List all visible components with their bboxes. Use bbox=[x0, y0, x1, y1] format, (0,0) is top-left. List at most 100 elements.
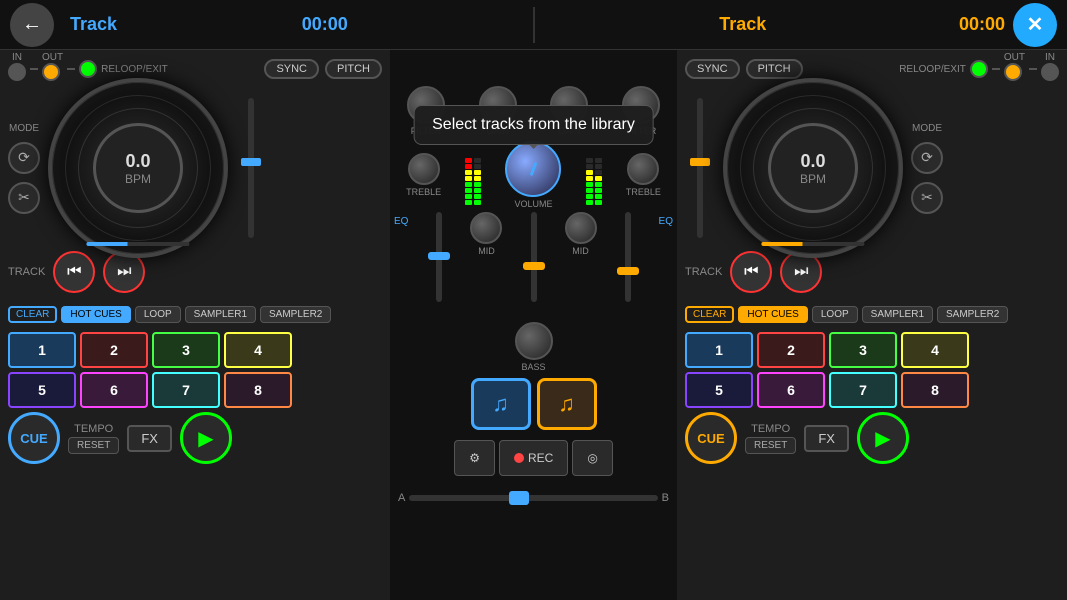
library-btn-right[interactable]: ♫ bbox=[537, 378, 597, 430]
pad-5-left[interactable]: 5 bbox=[8, 372, 76, 408]
mode-icon1-left[interactable]: ⟳ bbox=[8, 142, 40, 174]
loop-tab-left[interactable]: LOOP bbox=[135, 306, 181, 323]
clear-btn-left[interactable]: CLEAR bbox=[8, 306, 57, 323]
sampler1-tab-left[interactable]: SAMPLER1 bbox=[185, 306, 256, 323]
cue-btn-left[interactable]: CUE bbox=[8, 412, 60, 464]
ch-fader-thumb-left[interactable] bbox=[428, 252, 450, 260]
treble-right-knob[interactable] bbox=[627, 153, 659, 185]
sampler2-tab-left[interactable]: SAMPLER2 bbox=[260, 306, 331, 323]
pad-8-right[interactable]: 8 bbox=[901, 372, 969, 408]
dash4 bbox=[1029, 68, 1037, 70]
mid-left-knob[interactable] bbox=[470, 212, 502, 244]
pad-1-right[interactable]: 1 bbox=[685, 332, 753, 368]
deck-right: SYNC PITCH RELOOP/EXIT OUT IN bbox=[677, 50, 1067, 600]
channel-fader-right[interactable] bbox=[625, 212, 631, 302]
pad-4-left[interactable]: 4 bbox=[224, 332, 292, 368]
bass-knob[interactable] bbox=[515, 322, 553, 360]
library-icon-blue: ♫ bbox=[492, 391, 509, 417]
vol-fader-thumb-orange[interactable] bbox=[523, 262, 545, 270]
treble-left-group: TREBLE bbox=[406, 153, 441, 197]
play-btn-left[interactable]: ▶ bbox=[180, 412, 232, 464]
reset-btn-right[interactable]: RESET bbox=[745, 437, 796, 454]
pitch-thumb-left[interactable] bbox=[241, 158, 261, 166]
bass-label: BASS bbox=[521, 362, 545, 372]
hotcues-tab-left[interactable]: HOT CUES bbox=[61, 306, 131, 323]
dash2 bbox=[67, 68, 75, 70]
deck-bottom-right: CUE TEMPO RESET FX ▶ bbox=[677, 412, 1067, 464]
volume-fader-center[interactable] bbox=[531, 212, 537, 302]
out-dot-left[interactable] bbox=[42, 63, 60, 81]
platter-left[interactable]: 0.0 BPM bbox=[48, 78, 228, 258]
prev-track-right[interactable]: ⏮ bbox=[730, 251, 772, 293]
green-dot-right[interactable] bbox=[970, 60, 988, 78]
pad-4-right[interactable]: 4 bbox=[901, 332, 969, 368]
cue-btn-right[interactable]: CUE bbox=[685, 412, 737, 464]
prev-track-left[interactable]: ⏮ bbox=[53, 251, 95, 293]
target-btn[interactable]: ◎ bbox=[572, 440, 612, 476]
pad-3-left[interactable]: 3 bbox=[152, 332, 220, 368]
ch-fader-thumb-right[interactable] bbox=[617, 267, 639, 275]
crossfader-thumb[interactable] bbox=[509, 491, 529, 505]
mode-icon1-right[interactable]: ⟳ bbox=[911, 142, 943, 174]
sampler1-tab-right[interactable]: SAMPLER1 bbox=[862, 306, 933, 323]
pad-row-bot-right: 5 6 7 8 bbox=[685, 372, 1059, 408]
track-right-label: Track bbox=[719, 14, 766, 35]
mode-icon2-left[interactable]: ✂ bbox=[8, 182, 40, 214]
pad-row-top-right: 1 2 3 4 bbox=[685, 332, 1059, 368]
reset-btn-left[interactable]: RESET bbox=[68, 437, 119, 454]
mid-right-knob[interactable] bbox=[565, 212, 597, 244]
sync-btn-right[interactable]: SYNC bbox=[685, 59, 740, 79]
pad-6-left[interactable]: 6 bbox=[80, 372, 148, 408]
treble-left-knob[interactable] bbox=[408, 153, 440, 185]
loop-tab-right[interactable]: LOOP bbox=[812, 306, 858, 323]
hotcues-tab-right[interactable]: HOT CUES bbox=[738, 306, 808, 323]
pad-1-left[interactable]: 1 bbox=[8, 332, 76, 368]
pad-8-left[interactable]: 8 bbox=[224, 372, 292, 408]
pad-2-right[interactable]: 2 bbox=[757, 332, 825, 368]
ch-fader-track-right bbox=[625, 212, 631, 302]
close-button[interactable]: ✕ bbox=[1013, 3, 1057, 47]
pitch-thumb-right[interactable] bbox=[690, 158, 710, 166]
sync-btn-left[interactable]: SYNC bbox=[264, 59, 319, 79]
pitch-fader-left[interactable] bbox=[236, 88, 266, 248]
platter-right[interactable]: 0.0 BPM bbox=[723, 78, 903, 258]
pad-3-right[interactable]: 3 bbox=[829, 332, 897, 368]
rec-btn[interactable]: REC bbox=[499, 440, 568, 476]
pad-5-right[interactable]: 5 bbox=[685, 372, 753, 408]
pitch-fader-right[interactable] bbox=[685, 88, 715, 248]
volume-label: VOLUME bbox=[514, 199, 552, 209]
channel-fader-left[interactable] bbox=[436, 212, 442, 302]
crossfader-track[interactable] bbox=[409, 495, 657, 501]
fx-btn-left[interactable]: FX bbox=[127, 425, 172, 452]
pad-2-left[interactable]: 2 bbox=[80, 332, 148, 368]
mode-icon2-right[interactable]: ✂ bbox=[911, 182, 943, 214]
green-dot-left[interactable] bbox=[79, 60, 97, 78]
pitch-btn-left[interactable]: PITCH bbox=[325, 59, 382, 79]
in-dot-left[interactable] bbox=[8, 63, 26, 81]
play-btn-right[interactable]: ▶ bbox=[857, 412, 909, 464]
hc-top-right: CLEAR HOT CUES LOOP SAMPLER1 SAMPLER2 bbox=[685, 300, 1059, 328]
pitch-btn-right[interactable]: PITCH bbox=[746, 59, 803, 79]
library-btn-left[interactable]: ♫ bbox=[471, 378, 531, 430]
pad-7-right[interactable]: 7 bbox=[829, 372, 897, 408]
clear-btn-right[interactable]: CLEAR bbox=[685, 306, 734, 323]
library-btns: ♫ ♫ bbox=[467, 374, 601, 434]
pad-6-right[interactable]: 6 bbox=[757, 372, 825, 408]
mid-right-label: MID bbox=[572, 246, 589, 256]
out-dot-right[interactable] bbox=[1004, 63, 1022, 81]
fx-btn-right[interactable]: FX bbox=[804, 425, 849, 452]
track-left-label: Track bbox=[70, 14, 117, 35]
track-nav-left: TRACK ⏮ ⏭ bbox=[0, 248, 390, 296]
hotcues-left: CLEAR HOT CUES LOOP SAMPLER1 SAMPLER2 1 … bbox=[0, 296, 390, 412]
sampler2-tab-right[interactable]: SAMPLER2 bbox=[937, 306, 1008, 323]
crossfader-area: A B bbox=[390, 482, 677, 514]
eq-toggle-btn[interactable]: ⚙ bbox=[454, 440, 495, 476]
platter-area-left: MODE ⟳ ✂ 0.0 BPM bbox=[0, 88, 390, 248]
in-dot-right[interactable] bbox=[1041, 63, 1059, 81]
out-label-left: OUT bbox=[42, 52, 63, 63]
eq-icon: ⚙ bbox=[469, 451, 480, 465]
tempo-label-right: TEMPO bbox=[751, 423, 790, 435]
back-button[interactable]: ← bbox=[10, 3, 54, 47]
top-bar: ← Track 00:00 Track 00:00 ✕ bbox=[0, 0, 1067, 50]
pad-7-left[interactable]: 7 bbox=[152, 372, 220, 408]
